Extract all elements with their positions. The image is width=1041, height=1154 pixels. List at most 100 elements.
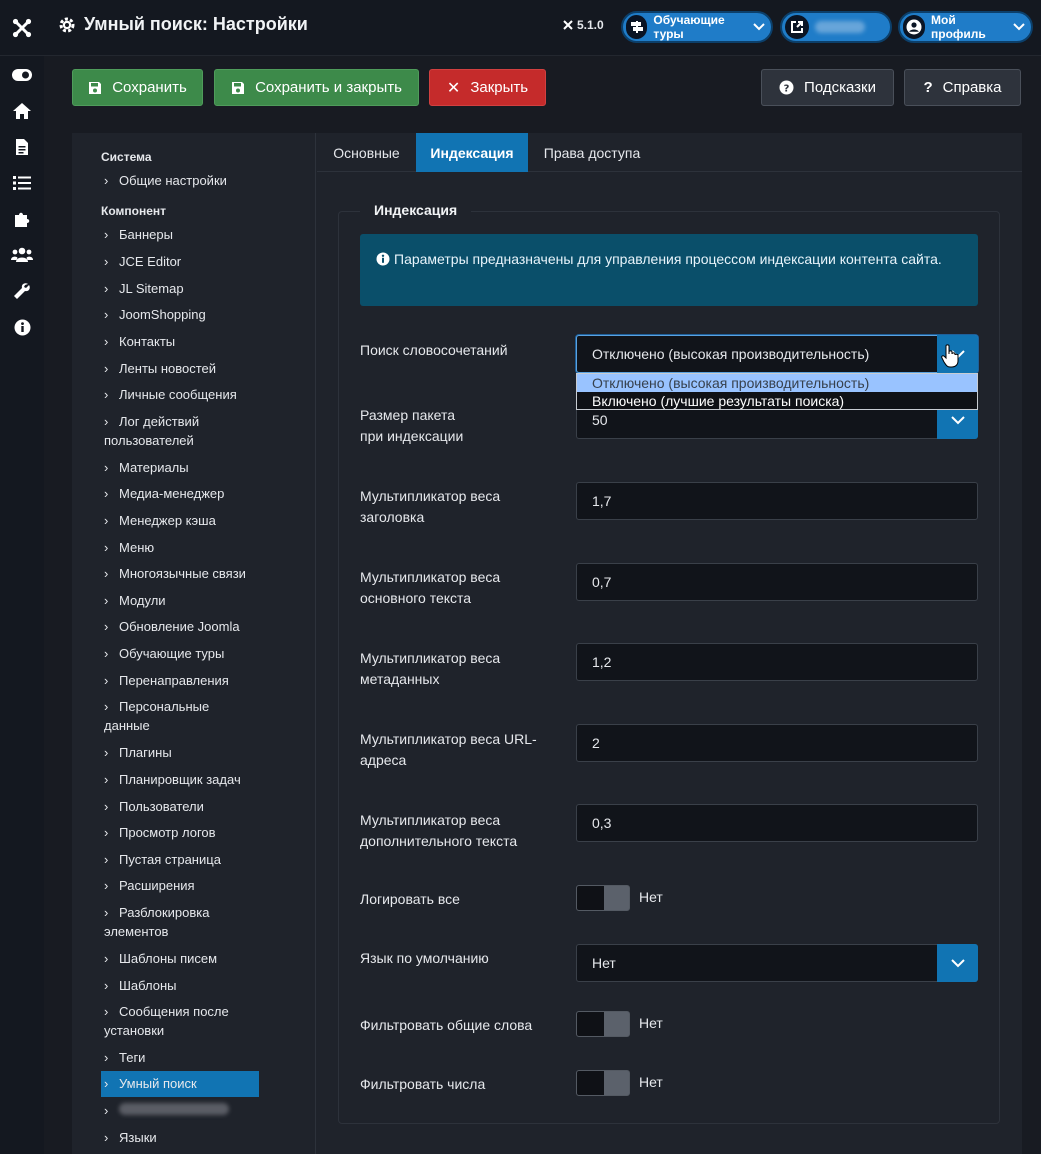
tab-permissions[interactable]: Права доступа: [528, 133, 656, 172]
guided-tours-button[interactable]: Обучающие туры: [621, 11, 773, 43]
sidebar-item[interactable]: › Сообщения после установки: [101, 1002, 241, 1040]
log-all-label: Логировать все: [360, 891, 460, 907]
phrase-search-label: Поиск словосочетаний: [360, 342, 508, 358]
sidebar-item[interactable]: › Контакты: [101, 332, 259, 351]
chevron-down-icon: [937, 944, 978, 982]
switch-knob: [577, 1071, 604, 1095]
chevron-right-icon: ›: [104, 646, 109, 661]
puzzle-piece-icon[interactable]: [0, 201, 44, 237]
tab-indexing[interactable]: Индексация: [416, 133, 528, 172]
title-multiplier-input[interactable]: 1,7: [576, 482, 978, 520]
users-icon[interactable]: [0, 237, 44, 273]
view-site-button[interactable]: [780, 11, 892, 43]
home-icon[interactable]: [0, 93, 44, 129]
chevron-right-icon: ›: [104, 852, 109, 867]
sidebar-item[interactable]: › Перенаправления: [101, 671, 259, 690]
filter-common-switch[interactable]: [576, 1011, 630, 1037]
body-multiplier-input[interactable]: 0,7: [576, 563, 978, 601]
sidebar-item[interactable]: › Многоязычные связи: [101, 564, 259, 583]
sidebar-item[interactable]: › Шаблоны писем: [101, 949, 259, 968]
sidebar-item[interactable]: › JL Sitemap: [101, 279, 259, 298]
misc-multiplier-input[interactable]: 0,3: [576, 804, 978, 842]
chevron-right-icon: ›: [104, 1130, 109, 1145]
chevron-right-icon: ›: [104, 1076, 109, 1091]
user-icon: [903, 15, 926, 39]
chevron-right-icon: ›: [104, 460, 109, 475]
sidebar-item[interactable]: › Просмотр логов: [101, 823, 259, 842]
gear-icon: [59, 17, 75, 32]
sidebar-item[interactable]: › Теги: [101, 1048, 259, 1067]
wrench-icon[interactable]: [0, 273, 44, 309]
sidebar-item[interactable]: › JCE Editor: [101, 252, 259, 271]
chevron-right-icon: ›: [104, 593, 109, 608]
help-button[interactable]: ? Справка: [904, 69, 1021, 106]
dropdown-option-enabled[interactable]: Включено (лучшие результаты поиска): [577, 392, 977, 410]
meta-multiplier-input[interactable]: 1,2: [576, 643, 978, 681]
sidebar-item[interactable]: › Материалы: [101, 458, 259, 477]
save-and-close-button[interactable]: Сохранить и закрыть: [214, 69, 419, 106]
admin-menu-rail: [0, 56, 44, 1154]
blurred-extension-name: [119, 1103, 229, 1115]
body-multiplier-label: Мультипликатор веса основного текста: [360, 569, 501, 606]
page-title: Умный поиск: Настройки: [58, 14, 308, 35]
sidebar-item-global-config[interactable]: › Общие настройки: [101, 171, 259, 190]
sidebar-item[interactable]: › Обучающие туры: [101, 644, 259, 663]
filter-numeric-switch[interactable]: [576, 1070, 630, 1096]
sidebar-item[interactable]: › Баннеры: [101, 225, 259, 244]
svg-text:?: ?: [784, 83, 790, 94]
menus-list-icon[interactable]: [0, 165, 44, 201]
chevron-down-icon: [753, 20, 765, 34]
default-language-label: Язык по умолчанию: [360, 950, 489, 966]
sidebar-item-smart-search[interactable]: › Умный поиск: [101, 1071, 259, 1097]
sidebar-item[interactable]: › Пустая страница: [101, 850, 259, 869]
close-icon: ✕: [446, 79, 461, 97]
tab-basic[interactable]: Основные: [317, 133, 416, 172]
chevron-right-icon: ›: [104, 619, 109, 634]
sidebar-item[interactable]: › Планировщик задач: [101, 770, 259, 789]
chevron-right-icon: ›: [104, 951, 109, 966]
sidebar-item[interactable]: › Личные сообщения: [101, 385, 259, 404]
switch-knob: [577, 886, 604, 910]
sidebar-item-blurred[interactable]: ›: [101, 1101, 259, 1120]
content-file-icon[interactable]: [0, 129, 44, 165]
save-icon: [89, 81, 102, 94]
misc-multiplier-label: Мультипликатор веса дополнительного текст…: [360, 812, 518, 849]
sidebar-item[interactable]: › Расширения: [101, 876, 259, 895]
sidebar-item[interactable]: › Медиа-менеджер: [101, 484, 259, 503]
info-icon[interactable]: [0, 309, 44, 345]
title-multiplier-label: Мультипликатор веса заголовка: [360, 488, 501, 525]
header: Умный поиск: Настройки 5.1.0 Обучающие т…: [0, 0, 1041, 56]
sidebar-item[interactable]: › Модули: [101, 591, 259, 610]
sidebar-item[interactable]: › Персональные данные: [101, 697, 221, 735]
default-language-select[interactable]: Нет: [576, 944, 978, 982]
my-profile-button[interactable]: Мой профиль: [898, 11, 1033, 43]
chevron-right-icon: ›: [104, 566, 109, 581]
chevron-right-icon: ›: [104, 307, 109, 322]
sidebar-item[interactable]: › JoomShopping: [101, 305, 259, 324]
sidebar-item[interactable]: › Обновление Joomla: [101, 617, 259, 636]
chevron-right-icon: ›: [104, 878, 109, 893]
sidebar-item[interactable]: › Ленты новостей: [101, 359, 259, 378]
save-icon: [232, 81, 245, 94]
phrase-search-select[interactable]: Отключено (высокая производительность): [576, 335, 978, 373]
save-button[interactable]: Сохранить: [72, 69, 203, 106]
close-button[interactable]: ✕ Закрыть: [429, 69, 546, 106]
toggle-menu-icon[interactable]: [0, 57, 44, 93]
sidebar-item[interactable]: › Пользователи: [101, 797, 259, 816]
sidebar-item[interactable]: › Разблокировка элементов: [101, 903, 226, 941]
url-multiplier-input[interactable]: 2: [576, 724, 978, 762]
chevron-right-icon: ›: [104, 486, 109, 501]
log-all-switch[interactable]: [576, 885, 630, 911]
sidebar-heading-system: Система: [101, 150, 152, 164]
hints-button[interactable]: ? Подсказки: [761, 69, 894, 106]
sidebar-item[interactable]: › Лог действий пользователей: [101, 412, 231, 450]
sidebar-item[interactable]: › Языки: [101, 1128, 259, 1147]
batch-size-label: Размер пакета при индексации: [360, 407, 464, 444]
joomla-small-icon: [563, 20, 573, 30]
sidebar-item[interactable]: › Менеджер кэша: [101, 511, 259, 530]
dropdown-option-disabled[interactable]: Отключено (высокая производительность): [577, 374, 977, 392]
sidebar-item[interactable]: › Шаблоны: [101, 976, 259, 995]
joomla-logo-icon[interactable]: [0, 0, 44, 56]
sidebar-item[interactable]: › Плагины: [101, 743, 259, 762]
sidebar-item[interactable]: › Меню: [101, 538, 259, 557]
